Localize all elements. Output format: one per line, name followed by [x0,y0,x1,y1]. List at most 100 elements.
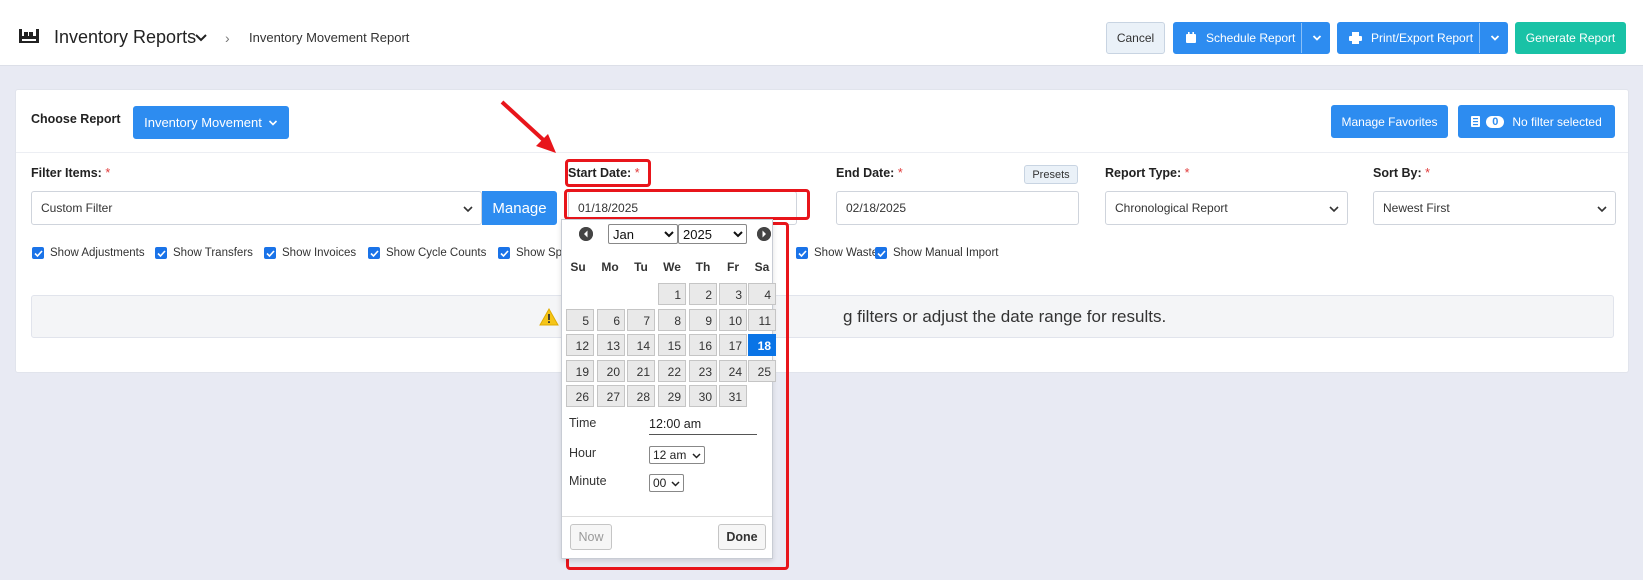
top-bar: Inventory Reports › Inventory Movement R… [0,0,1643,66]
calendar-day[interactable]: 21 [627,360,655,382]
checkbox-label: Show Waste [814,247,879,259]
calendar-day[interactable]: 3 [719,283,747,305]
chevron-down-icon [1490,35,1499,41]
calendar-day[interactable]: 19 [566,360,594,382]
next-month-icon[interactable] [757,227,771,241]
cancel-button[interactable]: Cancel [1106,22,1165,54]
calendar-day[interactable]: 10 [719,309,747,331]
calendar-day-selected[interactable]: 18 [748,334,776,356]
calendar-day[interactable]: 13 [597,334,625,356]
calendar-day[interactable]: 5 [566,309,594,331]
schedule-dropdown-toggle[interactable] [1301,23,1331,53]
report-selector-button[interactable]: Inventory Movement [133,106,289,139]
calendar-day[interactable]: 27 [597,385,625,407]
show-invoices-checkbox[interactable]: Show Invoices [264,247,356,259]
weekday-header: Fr [727,260,739,274]
no-results-notice: Re g filters or adjust the date range fo… [31,295,1614,338]
prev-month-icon[interactable] [579,227,593,241]
end-date-label: End Date: * [836,166,903,180]
chevron-down-icon[interactable] [194,31,208,45]
printer-icon [1349,32,1362,44]
done-button[interactable]: Done [718,524,766,550]
sort-by-value: Newest First [1383,201,1450,215]
filter-status-button[interactable]: 0 No filter selected [1458,105,1615,138]
calendar-day[interactable]: 29 [658,385,686,407]
filter-icon [1471,116,1481,127]
checkbox-label: Show Cycle Counts [386,247,487,259]
end-date-input[interactable]: 02/18/2025 [836,191,1079,225]
calendar-day[interactable]: 4 [748,283,776,305]
card-divider [16,152,1628,153]
calendar-day[interactable]: 24 [719,360,747,382]
calendar-icon [1186,32,1196,43]
time-value: 12:00 am [649,417,757,435]
show-cycle-counts-checkbox[interactable]: Show Cycle Counts [368,247,486,259]
calendar-day[interactable]: 20 [597,360,625,382]
annotation-arrow-icon [500,100,556,153]
calendar-day[interactable]: 11 [748,309,776,331]
weekday-header: Mo [601,260,619,274]
calendar-day[interactable]: 30 [689,385,717,407]
print-dropdown-toggle[interactable] [1479,23,1509,53]
breadcrumb-current: Inventory Movement Report [249,30,410,45]
report-selector-label: Inventory Movement [144,115,262,130]
calendar-day[interactable]: 16 [689,334,717,356]
filter-items-label: Filter Items: * [31,166,111,180]
show-waste-checkbox[interactable]: Show Waste [796,247,878,259]
manage-favorites-button[interactable]: Manage Favorites [1331,105,1448,138]
start-date-label-highlight [565,159,651,187]
show-adjustments-checkbox[interactable]: Show Adjustments [32,247,145,259]
page-title[interactable]: Inventory Reports [54,27,196,48]
calendar-day[interactable]: 12 [566,334,594,356]
calendar-day[interactable]: 7 [627,309,655,331]
now-button[interactable]: Now [570,524,612,550]
report-type-select[interactable]: Chronological Report [1105,191,1348,225]
breadcrumb-separator-icon: › [225,30,230,46]
calendar-day[interactable]: 1 [658,283,686,305]
calendar-day[interactable]: 22 [658,360,686,382]
minute-value: 00 [653,476,667,490]
chevron-down-icon [268,119,277,126]
hour-select[interactable]: 12 am [649,446,705,464]
show-transfers-checkbox[interactable]: Show Transfers [155,247,253,259]
hour-value: 12 am [653,448,687,462]
chevron-down-icon [1312,35,1321,41]
calendar-day[interactable]: 28 [627,385,655,407]
print-export-label: Print/Export Report [1371,31,1474,45]
presets-button[interactable]: Presets [1024,165,1078,184]
chevron-down-icon [463,206,473,213]
show-manual-import-checkbox[interactable]: Show Manual Import [875,247,998,259]
month-select[interactable]: Jan [608,224,678,244]
calendar-day[interactable]: 31 [719,385,747,407]
checkbox-label: Show Manual Import [893,247,999,259]
minute-select[interactable]: 00 [649,474,684,492]
calendar-day[interactable]: 26 [566,385,594,407]
start-date-input-highlight [564,189,810,220]
calendar-day[interactable]: 15 [658,334,686,356]
calendar-day[interactable]: 25 [748,360,776,382]
datepicker-divider [562,516,772,517]
show-spo-checkbox[interactable]: Show Spo [498,247,568,259]
calendar-day[interactable]: 8 [658,309,686,331]
calendar-day[interactable]: 6 [597,309,625,331]
sort-by-select[interactable]: Newest First [1373,191,1616,225]
report-type-value: Chronological Report [1115,201,1228,215]
chevron-down-icon [1597,206,1607,213]
warning-icon [539,308,559,326]
calendar-day[interactable]: 17 [719,334,747,356]
schedule-report-button[interactable]: Schedule Report [1173,22,1330,54]
generate-report-button[interactable]: Generate Report [1515,22,1626,54]
weekday-header: Th [695,260,711,274]
year-select[interactable]: 2025 [678,224,747,244]
filter-items-select[interactable]: Custom Filter [31,191,482,225]
notice-text-right: g filters or adjust the date range for r… [843,307,1167,326]
manage-filter-button[interactable]: Manage [482,191,557,225]
checkbox-checked-icon [796,247,808,259]
calendar-day[interactable]: 2 [689,283,717,305]
calendar-day[interactable]: 14 [627,334,655,356]
report-type-label: Report Type: * [1105,166,1190,180]
calendar-day[interactable]: 9 [689,309,717,331]
checkbox-checked-icon [264,247,276,259]
print-export-button[interactable]: Print/Export Report [1337,22,1508,54]
calendar-day[interactable]: 23 [689,360,717,382]
